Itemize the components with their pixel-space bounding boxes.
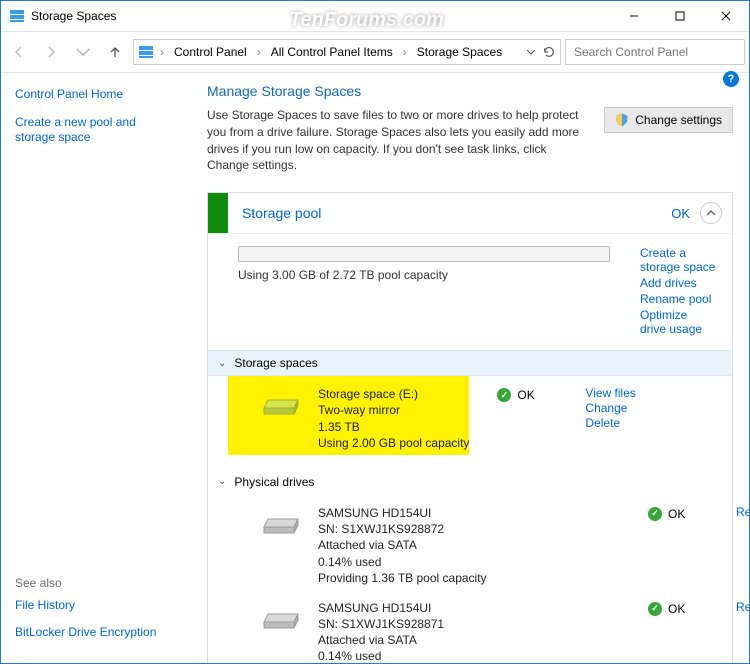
- ok-icon: ✓: [648, 602, 662, 616]
- see-also-label: See also: [15, 576, 179, 590]
- titlebar: Storage Spaces TenForums.com: [1, 1, 749, 32]
- breadcrumb[interactable]: Storage Spaces: [413, 45, 506, 59]
- chevron-right-icon: ›: [158, 45, 166, 59]
- chevron-down-icon[interactable]: [526, 47, 536, 57]
- hdd-icon: [260, 509, 302, 537]
- link-delete-space[interactable]: Delete: [585, 416, 635, 430]
- drive-providing: Providing 1.36 TB pool capacity: [318, 570, 487, 586]
- back-button[interactable]: [5, 38, 33, 66]
- link-rename-drive[interactable]: Rename: [736, 505, 749, 519]
- section-label: Storage spaces: [234, 356, 317, 370]
- ok-icon: ✓: [648, 507, 662, 521]
- navbar: › Control Panel › All Control Panel Item…: [1, 32, 749, 73]
- drive-pct: 0.14% used: [318, 554, 487, 570]
- panel-header: Storage pool OK: [208, 193, 732, 234]
- space-size: 1.35 TB: [318, 419, 469, 435]
- chevron-down-icon: ⌄: [218, 358, 226, 369]
- space-mirror: Two-way mirror: [318, 402, 469, 418]
- drive-status: ✓ OK: [648, 590, 708, 616]
- link-create-space[interactable]: Create a storage space: [640, 246, 716, 274]
- panel-title: Storage pool: [242, 205, 671, 221]
- search-box[interactable]: [565, 39, 745, 65]
- collapse-toggle[interactable]: [700, 202, 722, 224]
- drive-sn: SN: S1XWJ1KS928871: [318, 616, 487, 632]
- close-button[interactable]: [703, 1, 749, 31]
- maximize-button[interactable]: [657, 1, 703, 31]
- section-label: Physical drives: [234, 475, 314, 489]
- main-content: Manage Storage Spaces Use Storage Spaces…: [191, 73, 749, 663]
- watermark: TenForums.com: [289, 9, 444, 32]
- change-settings-button[interactable]: Change settings: [604, 107, 733, 133]
- search-input[interactable]: [572, 44, 744, 60]
- chevron-down-icon: ⌄: [218, 476, 226, 487]
- drive-attached: Attached via SATA: [318, 537, 487, 553]
- sidebar-file-history[interactable]: File History: [15, 598, 179, 614]
- chevron-right-icon: ›: [255, 45, 263, 59]
- up-button[interactable]: [101, 38, 129, 66]
- page-heading: Manage Storage Spaces: [207, 83, 733, 99]
- physical-drive-item: SAMSUNG HD154UI SN: S1XWJ1KS928871 Attac…: [238, 590, 620, 663]
- pool-capacity-text: Using 3.00 GB of 2.72 TB pool capacity: [238, 268, 610, 282]
- space-using: Using 2.00 GB pool capacity: [318, 435, 469, 451]
- hdd-icon: [260, 604, 302, 632]
- drive-sn: SN: S1XWJ1KS928872: [318, 521, 487, 537]
- drive-name: SAMSUNG HD154UI: [318, 600, 487, 616]
- drive-status: ✓ OK: [648, 495, 708, 521]
- forward-button[interactable]: [37, 38, 65, 66]
- shield-icon: [615, 113, 629, 127]
- refresh-icon[interactable]: [542, 45, 556, 59]
- breadcrumb[interactable]: Control Panel: [170, 45, 251, 59]
- storage-spaces-icon: [9, 8, 25, 24]
- link-view-files[interactable]: View files: [585, 386, 635, 400]
- link-rename-drive[interactable]: Rename: [736, 600, 749, 614]
- sidebar: Control Panel Home Create a new pool and…: [1, 73, 191, 663]
- help-icon[interactable]: ?: [723, 71, 739, 87]
- storage-pool-panel: Storage pool OK Using 3.00 GB of 2.72 TB…: [207, 192, 733, 663]
- breadcrumb[interactable]: All Control Panel Items: [267, 45, 397, 59]
- chevron-right-icon: ›: [401, 45, 409, 59]
- pool-capacity-bar: [238, 246, 610, 262]
- section-storage-spaces[interactable]: ⌄ Storage spaces: [208, 350, 732, 376]
- storage-space-item: Storage space (E:) Two-way mirror 1.35 T…: [228, 376, 469, 455]
- sidebar-bitlocker[interactable]: BitLocker Drive Encryption: [15, 625, 179, 641]
- drive-attached: Attached via SATA: [318, 632, 487, 648]
- ok-icon: ✓: [497, 388, 511, 402]
- recent-dropdown[interactable]: [69, 38, 97, 66]
- link-rename-pool[interactable]: Rename pool: [640, 292, 716, 306]
- drive-icon: [260, 390, 302, 418]
- panel-status: OK: [671, 206, 690, 221]
- physical-drive-item: SAMSUNG HD154UI SN: S1XWJ1KS928872 Attac…: [238, 495, 620, 590]
- page-description: Use Storage Spaces to save files to two …: [207, 107, 590, 174]
- section-physical-drives[interactable]: ⌄ Physical drives: [208, 469, 732, 495]
- link-add-drives[interactable]: Add drives: [640, 276, 716, 290]
- sidebar-create-pool[interactable]: Create a new pool and storage space: [15, 115, 179, 146]
- change-settings-label: Change settings: [635, 113, 722, 127]
- storage-spaces-icon: [138, 44, 154, 60]
- sidebar-cp-home[interactable]: Control Panel Home: [15, 87, 179, 103]
- minimize-button[interactable]: [611, 1, 657, 31]
- space-status: ✓ OK: [497, 376, 557, 402]
- link-optimize[interactable]: Optimize drive usage: [640, 308, 716, 336]
- address-bar[interactable]: › Control Panel › All Control Panel Item…: [133, 39, 561, 65]
- drive-name: SAMSUNG HD154UI: [318, 505, 487, 521]
- drive-pct: 0.14% used: [318, 648, 487, 663]
- space-name: Storage space (E:): [318, 386, 469, 402]
- pool-status-bar: [208, 193, 228, 233]
- link-change-space[interactable]: Change: [585, 401, 635, 415]
- window-title: Storage Spaces: [31, 9, 116, 23]
